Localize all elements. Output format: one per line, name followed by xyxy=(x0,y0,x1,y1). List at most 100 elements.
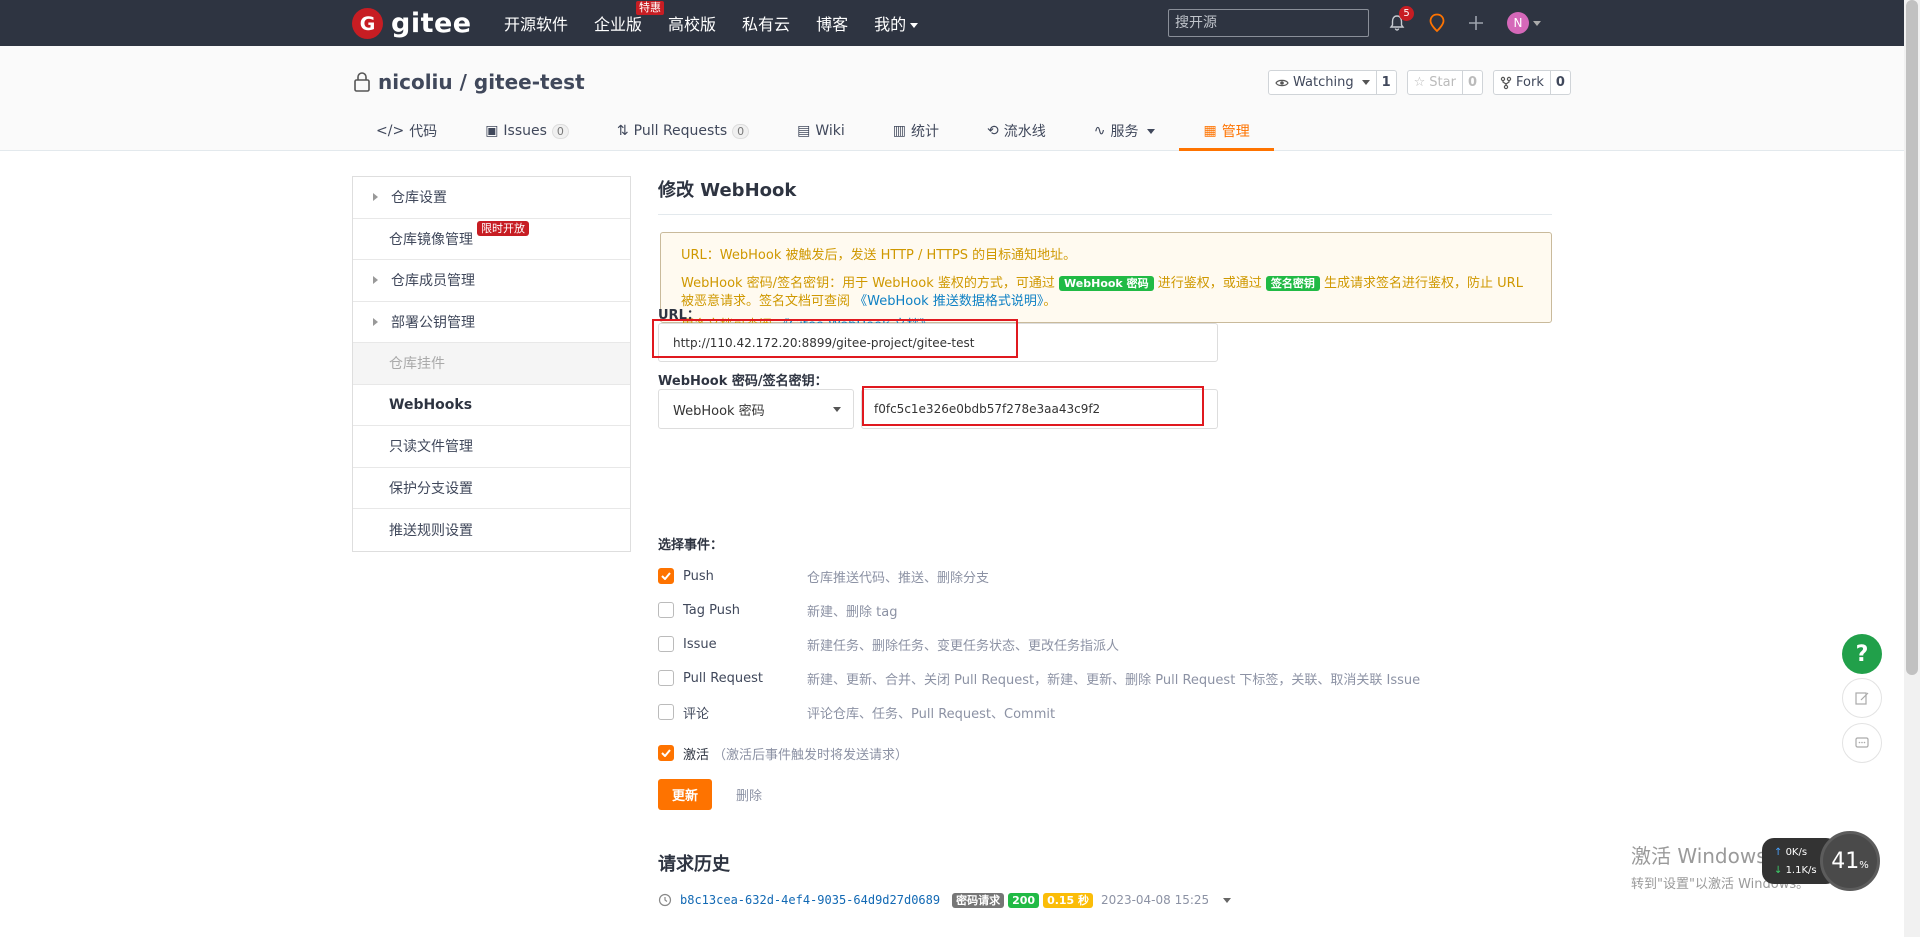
chat-button[interactable] xyxy=(1842,723,1882,763)
sidebar-item-members[interactable]: 仓库成员管理 xyxy=(353,260,630,302)
event-name: 评论 xyxy=(683,706,710,722)
tab-manage[interactable]: ▦ 管理 xyxy=(1179,114,1274,151)
star-count: 0 xyxy=(1461,71,1482,94)
tab-stats[interactable]: ▥ 统计 xyxy=(869,114,963,151)
sidebar-item-push-rules[interactable]: 推送规则设置 xyxy=(353,509,630,551)
notice-text: 。 xyxy=(1043,294,1057,309)
net-up-value: 0K/s xyxy=(1785,847,1808,858)
event-comment[interactable]: 评论 评论仓库、任务、Pull Request、Commit xyxy=(658,702,1055,722)
edit-icon xyxy=(1855,692,1869,705)
chevron-down-icon[interactable] xyxy=(1223,897,1232,903)
request-time: 2023-04-08 15:25 xyxy=(1101,893,1210,907)
stats-icon: ▥ xyxy=(892,123,907,139)
cpu-gauge[interactable]: 41% xyxy=(1820,831,1880,891)
event-desc: 新建任务、删除任务、变更任务状态、更改任务指派人 xyxy=(807,638,1120,654)
star-button[interactable]: ☆ Star 0 xyxy=(1406,70,1483,95)
location-button[interactable] xyxy=(1425,11,1449,35)
scrollbar-thumb[interactable] xyxy=(1906,0,1918,675)
comment-checkbox[interactable] xyxy=(658,704,674,720)
repo-header: nicoliu / gitee-test Watching 1 ☆ Star 0 … xyxy=(0,46,1904,151)
nav-blog[interactable]: 博客 xyxy=(816,11,848,35)
secret-type-value: WebHook 密码 xyxy=(673,403,765,419)
sidebar-item-webhooks[interactable]: WebHooks xyxy=(353,385,630,426)
history-item[interactable]: b8c13cea-632d-4ef4-9035-64d9d27d0689 密码请… xyxy=(658,890,1232,910)
create-button[interactable] xyxy=(1464,11,1488,35)
check-icon xyxy=(661,572,671,580)
request-id[interactable]: b8c13cea-632d-4ef4-9035-64d9d27d0689 xyxy=(680,893,940,907)
tag-webhook-password: WebHook 密码 xyxy=(1059,276,1154,291)
eye-icon xyxy=(1275,79,1289,86)
notification-button[interactable]: 5 xyxy=(1385,6,1414,35)
sidebar-item-label: 保护分支设置 xyxy=(389,480,473,497)
code-icon: </> xyxy=(376,123,405,139)
repo-name-link[interactable]: gitee-test xyxy=(474,70,585,94)
url-input[interactable] xyxy=(658,323,1218,362)
nav-education[interactable]: 高校版 xyxy=(668,11,716,35)
sidebar-item-readonly-files[interactable]: 只读文件管理 xyxy=(353,426,630,468)
fork-icon xyxy=(1500,76,1512,89)
tab-pipeline[interactable]: ⟲ 流水线 xyxy=(963,114,1070,151)
tab-code-label: 代码 xyxy=(409,124,438,140)
webhook-notice: URL：WebHook 被触发后，发送 HTTP / HTTPS 的目标通知地址… xyxy=(660,232,1552,333)
tab-service[interactable]: ∿ 服务 xyxy=(1070,114,1180,151)
url-label: URL： xyxy=(658,308,700,323)
delete-button[interactable]: 删除 xyxy=(730,779,768,810)
nav-enterprise[interactable]: 企业版 特惠 xyxy=(594,1,665,35)
issues-count: 0 xyxy=(551,123,569,139)
sidebar-item-label: 仓库设置 xyxy=(391,190,447,207)
chevron-down-icon xyxy=(1147,128,1156,134)
activate-row[interactable]: 激活 （激活后事件触发时将发送请求） xyxy=(658,743,908,763)
nav-private-cloud[interactable]: 私有云 xyxy=(742,11,790,35)
settings-sidebar: 仓库设置 仓库镜像管理 限时开放 仓库成员管理 部署公钥管理 仓库挂件 WebHo… xyxy=(352,176,631,552)
sidebar-item-repo-settings[interactable]: 仓库设置 xyxy=(353,177,630,219)
feedback-button[interactable] xyxy=(1842,678,1882,718)
webhook-format-doc-link[interactable]: 《WebHook 推送数据格式说明》 xyxy=(854,294,1043,309)
sidebar-item-deploy-keys[interactable]: 部署公钥管理 xyxy=(353,302,630,343)
repo-owner-link[interactable]: nicoliu xyxy=(378,70,453,94)
secret-type-select[interactable]: WebHook 密码 xyxy=(658,389,854,429)
event-desc: 新建、删除 tag xyxy=(807,604,898,620)
event-pull-request[interactable]: Pull Request 新建、更新、合并、关闭 Pull Request，新建… xyxy=(658,668,1420,688)
push-checkbox[interactable] xyxy=(658,568,674,584)
gitee-logo[interactable]: G gitee xyxy=(352,8,472,39)
enterprise-badge: 特惠 xyxy=(636,1,665,15)
pull-request-icon: ⇅ xyxy=(616,123,629,139)
nav-mine[interactable]: 我的 xyxy=(874,11,919,35)
event-tag-push[interactable]: Tag Push 新建、删除 tag xyxy=(658,600,897,620)
notice-text: 进行鉴权，或通过 xyxy=(1157,276,1262,291)
event-desc: 仓库推送代码、推送、删除分支 xyxy=(807,570,990,586)
tab-pull-requests-label: Pull Requests xyxy=(633,123,728,139)
fork-button[interactable]: Fork 0 xyxy=(1493,70,1571,95)
watch-button[interactable]: Watching 1 xyxy=(1268,70,1397,95)
sidebar-item-mirror[interactable]: 仓库镜像管理 限时开放 xyxy=(353,219,630,260)
event-push[interactable]: Push 仓库推送代码、推送、删除分支 xyxy=(658,566,989,586)
update-button[interactable]: 更新 xyxy=(658,779,712,810)
pull-request-checkbox[interactable] xyxy=(658,670,674,686)
tab-issues[interactable]: ▣ Issues 0 xyxy=(461,114,593,151)
sidebar-item-label: 推送规则设置 xyxy=(389,522,473,539)
event-issue[interactable]: Issue 新建任务、删除任务、变更任务状态、更改任务指派人 xyxy=(658,634,1119,654)
sidebar-item-label: 只读文件管理 xyxy=(389,439,473,456)
chevron-down-icon[interactable] xyxy=(1533,21,1541,26)
issue-checkbox[interactable] xyxy=(658,636,674,652)
nav-opensource[interactable]: 开源软件 xyxy=(504,11,568,35)
tab-pull-requests[interactable]: ⇅ Pull Requests 0 xyxy=(593,114,773,151)
lock-icon xyxy=(354,72,370,92)
tab-code[interactable]: </> 代码 xyxy=(352,114,461,151)
event-desc: 评论仓库、任务、Pull Request、Commit xyxy=(807,706,1056,722)
avatar[interactable]: N xyxy=(1507,12,1529,34)
activate-checkbox[interactable] xyxy=(658,745,674,761)
help-button[interactable]: ? xyxy=(1842,634,1882,674)
activate-label: 激活 xyxy=(683,747,710,763)
tab-wiki[interactable]: ▤ Wiki xyxy=(773,114,869,151)
sidebar-item-widgets: 仓库挂件 xyxy=(353,343,630,385)
search-input[interactable] xyxy=(1168,9,1369,37)
duration-badge: 0.15 秒 xyxy=(1043,892,1094,908)
chevron-down-icon xyxy=(1361,80,1370,85)
tab-service-label: 服务 xyxy=(1110,124,1139,140)
tag-push-checkbox[interactable] xyxy=(658,602,674,618)
events-label: 选择事件： xyxy=(658,538,724,553)
caret-right-icon xyxy=(373,276,378,284)
sidebar-item-protected-branches[interactable]: 保护分支设置 xyxy=(353,468,630,509)
secret-input[interactable] xyxy=(861,389,1218,429)
